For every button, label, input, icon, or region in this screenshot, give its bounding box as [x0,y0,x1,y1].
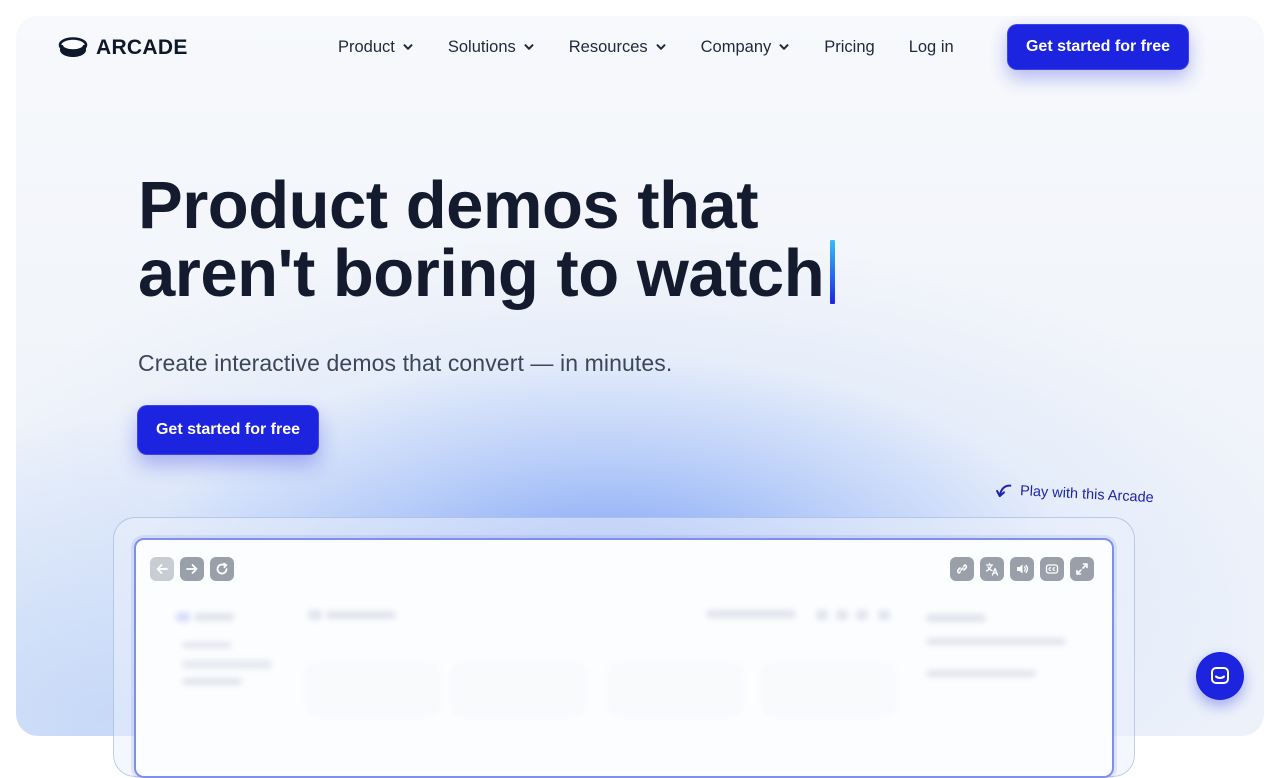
get-started-button-hero[interactable]: Get started for free [137,405,319,455]
fullscreen-icon[interactable] [1070,557,1094,581]
captions-icon[interactable] [1040,557,1064,581]
demo-embed[interactable] [134,538,1114,778]
nav-item-label: Product [338,37,395,56]
main-nav: Product Solutions Resources Company Pric… [338,34,954,60]
nav-item-pricing[interactable]: Pricing [824,38,874,57]
nav-item-label: Resources [568,37,648,56]
nav-item-product[interactable]: Product [338,38,414,57]
hero-title: Product demos that aren't boring to watc… [138,172,898,308]
demo-preview-content [136,592,1112,776]
brand-logo[interactable]: ARCADE [58,36,188,60]
nav-item-login[interactable]: Log in [909,38,954,57]
sound-icon[interactable] [1010,557,1034,581]
chevron-down-icon [779,44,789,50]
link-icon[interactable] [950,557,974,581]
chevron-down-icon [656,44,666,50]
translate-icon[interactable] [980,557,1004,581]
chevron-down-icon [403,44,413,50]
brand-name: ARCADE [96,36,188,59]
nav-item-label: Pricing [824,37,875,56]
hero-subtitle: Create interactive demos that convert — … [138,350,673,376]
nav-item-company[interactable]: Company [701,38,791,57]
back-icon[interactable] [150,557,174,581]
refresh-icon[interactable] [210,557,234,581]
chevron-down-icon [524,44,534,50]
hero-title-line2: aren't boring to watch [138,236,825,311]
nav-item-resources[interactable]: Resources [569,38,667,57]
nav-item-solutions[interactable]: Solutions [448,38,535,57]
nav-item-label: Company [700,37,772,56]
get-started-button-header[interactable]: Get started for free [1007,24,1189,70]
forward-icon[interactable] [180,557,204,581]
chat-bubble-icon[interactable] [1196,652,1244,700]
nav-item-label: Log in [908,37,954,56]
text-cursor [830,240,836,304]
nav-item-label: Solutions [447,37,516,56]
arcade-logo-icon [58,37,88,57]
curved-arrow-icon [996,484,1012,498]
hero-title-line1: Product demos that [138,168,759,243]
